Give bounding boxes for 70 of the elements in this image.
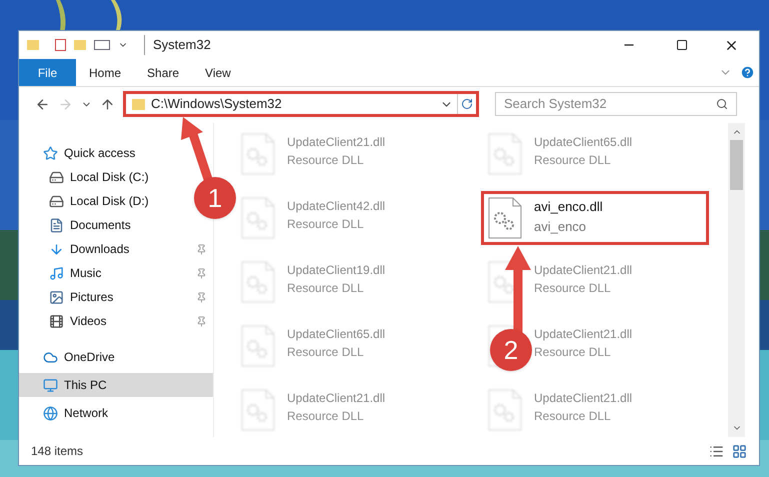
file-tile[interactable]: avi_enco.dll avi_enco (481, 191, 709, 245)
folder-icon (74, 40, 86, 50)
search-icon (716, 98, 728, 110)
sidebar-item[interactable]: Videos (19, 309, 213, 333)
large-icons-view-icon[interactable] (732, 444, 747, 458)
file-name: UpdateClient19.dll (287, 262, 386, 279)
file-type: Resource DLL (287, 344, 365, 361)
back-button[interactable] (35, 96, 50, 112)
ribbon-tab[interactable]: View (192, 59, 244, 86)
search-input[interactable]: Search System32 (504, 94, 716, 114)
file-type: Resource DLL (534, 152, 612, 169)
drive-icon (49, 170, 64, 184)
address-bar[interactable]: C:\Windows\System32 (123, 91, 479, 117)
drive-icon (49, 194, 64, 208)
address-path: C:\Windows\System32 (151, 95, 283, 114)
sidebar-item[interactable]: Downloads (19, 237, 213, 261)
sidebar-item[interactable]: Quick access (19, 141, 144, 165)
file-name: avi_enco.dll (534, 198, 603, 216)
folder-icon (27, 40, 39, 50)
monitor-icon (43, 378, 58, 392)
file-type: Resource DLL (287, 408, 365, 425)
document-icon (49, 218, 64, 232)
file-type: Resource DLL (287, 216, 365, 233)
file-type: Resource DLL (534, 344, 612, 361)
file-type: Resource DLL (534, 408, 612, 425)
sidebar-item[interactable]: Network (19, 401, 116, 425)
sidebar-item[interactable]: Documents (19, 213, 139, 237)
globe-icon (43, 406, 58, 420)
sidebar-item[interactable]: Local Disk (D:) (19, 189, 157, 213)
sidebar-item[interactable]: Pictures (19, 285, 213, 309)
dll-file-icon (488, 197, 522, 239)
download-icon (49, 242, 64, 256)
ribbon-tab[interactable]: Share (134, 59, 192, 86)
item-count: 148 items (31, 443, 84, 460)
music-note-icon (49, 266, 64, 280)
cloud-icon (43, 350, 58, 364)
file-type: Resource DLL (287, 152, 365, 169)
scroll-thumb[interactable] (730, 140, 743, 190)
pin-icon (196, 316, 207, 326)
search-field[interactable]: Search System32 (495, 92, 737, 116)
window-title: System32 (144, 35, 211, 55)
file-type: Resource DLL (534, 280, 612, 297)
details-view-icon[interactable] (709, 444, 724, 458)
file-name: UpdateClient21.dll (534, 262, 632, 279)
sidebar-item[interactable]: This PC (19, 373, 213, 397)
file-name: UpdateClient65.dll (534, 134, 632, 151)
file-name: UpdateClient42.dll (287, 198, 386, 215)
star-icon (43, 146, 58, 160)
ribbon-tab[interactable]: Home (76, 59, 134, 86)
file-name: UpdateClient65.dll (287, 326, 386, 343)
pin-icon (196, 268, 207, 278)
file-name: UpdateClient21.dll (287, 390, 386, 407)
file-name: UpdateClient21.dll (534, 390, 632, 407)
up-button[interactable] (100, 96, 115, 112)
file-type: Resource DLL (287, 280, 365, 297)
pin-icon (196, 244, 207, 254)
help-icon[interactable] (740, 65, 755, 80)
file-type: avi_enco (534, 218, 588, 236)
file-name: UpdateClient21.dll (534, 326, 632, 343)
folder-icon (132, 98, 145, 110)
scrollbar[interactable] (728, 123, 745, 437)
film-icon (49, 314, 64, 328)
ribbon-tab[interactable]: File (19, 59, 76, 86)
sidebar-item[interactable]: OneDrive (19, 345, 123, 369)
pin-icon (196, 292, 207, 302)
file-name: UpdateClient21.dll (287, 134, 386, 151)
maximize-button[interactable] (676, 39, 688, 51)
sidebar-item[interactable]: Local Disk (C:) (19, 165, 157, 189)
picture-frame-icon (49, 290, 64, 304)
sidebar-item[interactable]: Music (19, 261, 213, 285)
